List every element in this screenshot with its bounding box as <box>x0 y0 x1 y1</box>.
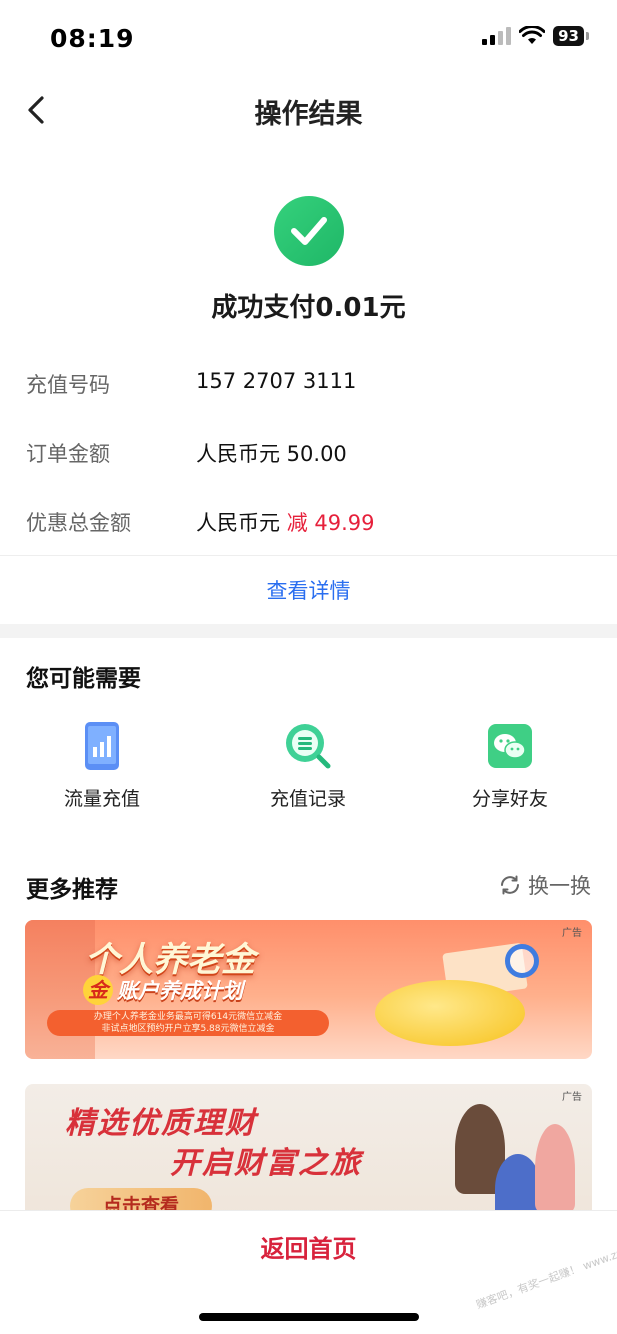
wifi-icon <box>519 26 546 44</box>
data-recharge-icon <box>76 720 128 772</box>
suggest-section-title: 您可能需要 <box>26 666 141 692</box>
recharge-number-value: 157 2707 3111 <box>196 369 357 393</box>
discount-currency: 人民币元 <box>196 511 280 535</box>
wechat-icon <box>484 720 536 772</box>
battery-tip-icon <box>586 32 589 40</box>
banner-headline: 精选优质理财 <box>65 1106 257 1141</box>
discount-total-value: 人民币元 减 49.99 <box>196 507 374 537</box>
banner-headline: 开启财富之旅 <box>170 1146 362 1181</box>
order-amount-label: 订单金额 <box>26 442 110 466</box>
bottom-bar: 返回首页 <box>0 1210 617 1280</box>
refresh-button[interactable]: 换一换 <box>498 870 591 900</box>
divider <box>0 555 617 556</box>
refresh-label: 换一换 <box>528 874 591 898</box>
battery-level: 93 <box>553 26 584 46</box>
shortcut-label: 充值记录 <box>269 788 346 810</box>
return-home-button[interactable]: 返回首页 <box>0 1229 617 1264</box>
status-time: 08:19 <box>50 24 135 53</box>
piggy-bank-illustration <box>375 980 525 1046</box>
success-check-icon <box>274 196 344 266</box>
shortcut-label: 流量充值 <box>63 788 140 810</box>
view-details-link[interactable]: 查看详情 <box>0 575 617 605</box>
status-bar: 08:19 93 <box>0 0 617 78</box>
ad-tag: 广告 <box>562 1092 582 1103</box>
payment-result-message: 成功支付0.01元 <box>211 293 406 323</box>
banner-note-line: 非试点地区预约开户立享5.88元微信立减金 <box>101 1024 275 1034</box>
shortcut-label: 分享好友 <box>471 788 548 810</box>
page-title: 操作结果 <box>254 99 363 130</box>
recharge-number-row: 充值号码 157 2707 3111 <box>26 363 591 403</box>
shortcut-recharge-record[interactable]: 充值记录 <box>228 720 388 811</box>
banner-subtitle: 金 账户养成计划 <box>83 975 243 1005</box>
banner-note: 办理个人养老金业务最高可得614元微信立减金 非试点地区预约开户立享5.88元微… <box>47 1010 329 1036</box>
order-amount-row: 订单金额 人民币元 50.00 <box>26 432 591 472</box>
nav-bar: 操作结果 <box>0 78 617 142</box>
shortcut-data-recharge[interactable]: 流量充值 <box>22 720 182 811</box>
cellular-signal-icon <box>482 27 512 45</box>
ad-tag: 广告 <box>562 928 582 939</box>
gold-badge: 金 <box>83 975 113 1005</box>
section-separator <box>0 624 617 638</box>
record-search-icon <box>282 720 334 772</box>
home-indicator <box>199 1313 419 1321</box>
refresh-icon <box>501 875 519 895</box>
banner-title: 个人养老金 <box>85 940 255 980</box>
recharge-number-label: 充值号码 <box>26 373 110 397</box>
discount-total-label: 优惠总金额 <box>26 511 131 535</box>
banner-note-line: 办理个人养老金业务最高可得614元微信立减金 <box>93 1012 283 1022</box>
more-section-title: 更多推荐 <box>26 877 118 903</box>
status-icons: 93 <box>482 26 589 46</box>
shortcut-share-friends[interactable]: 分享好友 <box>430 720 590 811</box>
order-amount-value: 人民币元 50.00 <box>196 442 347 466</box>
banner-subtitle-text: 账户养成计划 <box>117 979 243 1003</box>
wealth-ad-banner[interactable]: 精选优质理财 开启财富之旅 点击查看 广告 <box>25 1084 592 1224</box>
discount-total-row: 优惠总金额 人民币元 减 49.99 <box>26 501 591 541</box>
person-illustration <box>535 1124 575 1214</box>
pension-ad-banner[interactable]: 个人养老金 金 账户养成计划 办理个人养老金业务最高可得614元微信立减金 非试… <box>25 920 592 1059</box>
magnifier-illustration <box>505 944 539 978</box>
discount-amount: 减 49.99 <box>286 511 375 535</box>
